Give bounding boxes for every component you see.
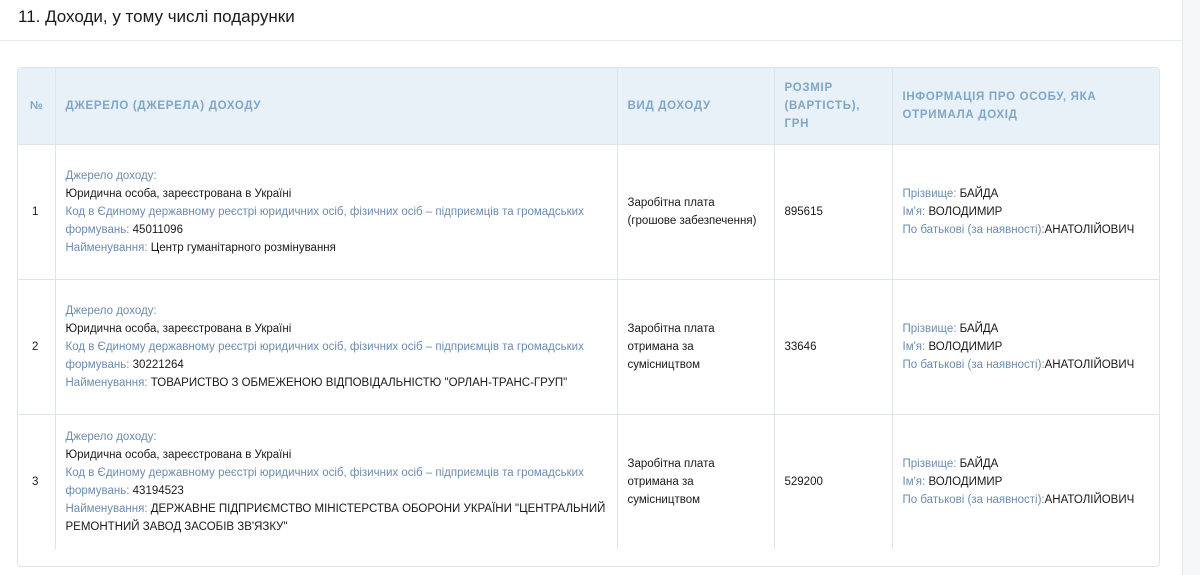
- table-row: 1 Джерело доходу: Юридична особа, зареєс…: [18, 144, 1159, 279]
- person-cell: Прізвище: БАЙДА Ім'я: ВОЛОДИМИР По батьк…: [892, 279, 1159, 414]
- name-label: Найменування:: [65, 376, 148, 389]
- header-source: ДЖЕРЕЛО (ДЖЕРЕЛА) ДОХОДУ: [55, 68, 618, 144]
- amount-cell: 529200: [774, 414, 893, 549]
- income-section: 11. Доходи, у тому числі подарунки № ДЖЕ…: [0, 0, 1200, 575]
- section-title: 11. Доходи, у тому числі подарунки: [18, 7, 295, 26]
- table-row: 3 Джерело доходу: Юридична особа, зареєс…: [18, 414, 1159, 549]
- source-title-label: Джерело доходу:: [65, 304, 157, 317]
- income-table-container: № ДЖЕРЕЛО (ДЖЕРЕЛА) ДОХОДУ ВИД ДОХОДУ РО…: [17, 67, 1160, 567]
- given-name-value: ВОЛОДИМИР: [928, 205, 1003, 218]
- code-line: Код в Єдиному державному реєстрі юридичн…: [66, 203, 607, 239]
- header-amount: РОЗМІР (ВАРТІСТЬ), ГРН: [774, 68, 893, 144]
- amount-cell: 33646: [774, 279, 893, 414]
- name-line: Найменування: ТОВАРИСТВО З ОБМЕЖЕНОЮ ВІД…: [66, 374, 607, 392]
- name-line: Найменування: ДЕРЖАВНЕ ПІДПРИЄМСТВО МІНІ…: [66, 500, 607, 536]
- patronymic-value: АНАТОЛІЙОВИЧ: [1044, 493, 1135, 506]
- row-num: 1: [18, 144, 56, 279]
- source-type: Юридична особа, зареєстрована в Україні: [65, 448, 292, 461]
- table-header-row: № ДЖЕРЕЛО (ДЖЕРЕЛА) ДОХОДУ ВИД ДОХОДУ РО…: [18, 68, 1159, 144]
- given-name-line: Ім'я: ВОЛОДИМИР: [903, 473, 1152, 491]
- patronymic-line: По батькові (за наявності):АНАТОЛІЙОВИЧ: [903, 221, 1152, 239]
- patronymic-line: По батькові (за наявності):АНАТОЛІЙОВИЧ: [903, 356, 1152, 374]
- name-line: Найменування: Центр гуманітарного розмін…: [66, 239, 607, 257]
- source-cell: Джерело доходу: Юридична особа, зареєстр…: [55, 144, 618, 279]
- surname-value: БАЙДА: [959, 187, 999, 200]
- code-value: 45011096: [132, 223, 183, 236]
- row-num: 3: [18, 414, 56, 549]
- code-line: Код в Єдиному державному реєстрі юридичн…: [66, 338, 607, 374]
- income-type-cell: Заробітна плата отримана за сумісництвом: [617, 279, 775, 414]
- code-value: 43194523: [132, 484, 184, 497]
- header-person: ІНФОРМАЦІЯ ПРО ОСОБУ, ЯКА ОТРИМАЛА ДОХІД: [902, 90, 1097, 121]
- person-cell: Прізвище: БАЙДА Ім'я: ВОЛОДИМИР По батьк…: [892, 414, 1159, 549]
- income-type-cell: Заробітна плата отримана за сумісництвом: [617, 414, 775, 549]
- given-name-label: Ім'я:: [902, 475, 926, 488]
- name-value: ТОВАРИСТВО З ОБМЕЖЕНОЮ ВІДПОВІДАЛЬНІСТЮ …: [150, 376, 568, 389]
- header-num: №: [18, 68, 56, 144]
- given-name-label: Ім'я:: [902, 340, 926, 353]
- code-line: Код в Єдиному державному реєстрі юридичн…: [66, 464, 607, 500]
- surname-line: Прізвище: БАЙДА: [903, 320, 1152, 338]
- source-title-label: Джерело доходу:: [65, 430, 157, 443]
- page-scrollbar[interactable]: [1182, 0, 1200, 575]
- section-divider: [0, 40, 1182, 41]
- amount-cell: 895615: [774, 144, 893, 279]
- header-income-type: ВИД ДОХОДУ: [617, 68, 775, 144]
- given-name-line: Ім'я: ВОЛОДИМИР: [903, 203, 1152, 221]
- patronymic-value: АНАТОЛІЙОВИЧ: [1044, 223, 1135, 236]
- person-cell: Прізвище: БАЙДА Ім'я: ВОЛОДИМИР По батьк…: [892, 144, 1159, 279]
- source-type: Юридична особа, зареєстрована в Україні: [65, 322, 292, 335]
- surname-value: БАЙДА: [959, 322, 999, 335]
- income-table: № ДЖЕРЕЛО (ДЖЕРЕЛА) ДОХОДУ ВИД ДОХОДУ РО…: [18, 68, 1159, 549]
- code-value: 30221264: [132, 358, 184, 371]
- table-row: 2 Джерело доходу: Юридична особа, зареєс…: [18, 279, 1159, 414]
- source-title-label: Джерело доходу:: [65, 169, 157, 182]
- name-label: Найменування:: [65, 502, 148, 515]
- source-cell: Джерело доходу: Юридична особа, зареєстр…: [55, 414, 618, 549]
- surname-line: Прізвище: БАЙДА: [903, 185, 1152, 203]
- surname-label: Прізвище:: [902, 457, 957, 470]
- source-cell: Джерело доходу: Юридична особа, зареєстр…: [55, 279, 618, 414]
- row-num: 2: [18, 279, 56, 414]
- surname-label: Прізвище:: [902, 322, 957, 335]
- given-name-value: ВОЛОДИМИР: [928, 475, 1003, 488]
- given-name-value: ВОЛОДИМИР: [928, 340, 1003, 353]
- surname-line: Прізвище: БАЙДА: [903, 455, 1152, 473]
- name-label: Найменування:: [65, 241, 148, 254]
- name-value: Центр гуманітарного розмінування: [150, 241, 336, 254]
- patronymic-value: АНАТОЛІЙОВИЧ: [1044, 358, 1135, 371]
- given-name-label: Ім'я:: [902, 205, 926, 218]
- given-name-line: Ім'я: ВОЛОДИМИР: [903, 338, 1152, 356]
- income-type-cell: Заробітна плата (грошове забезпечення): [617, 144, 775, 279]
- surname-value: БАЙДА: [959, 457, 999, 470]
- surname-label: Прізвище:: [902, 187, 957, 200]
- patronymic-label: По батькові (за наявності):: [902, 223, 1045, 236]
- patronymic-label: По батькові (за наявності):: [902, 493, 1045, 506]
- patronymic-label: По батькові (за наявності):: [902, 358, 1045, 371]
- source-type: Юридична особа, зареєстрована в Україні: [65, 187, 292, 200]
- patronymic-line: По батькові (за наявності):АНАТОЛІЙОВИЧ: [903, 491, 1152, 509]
